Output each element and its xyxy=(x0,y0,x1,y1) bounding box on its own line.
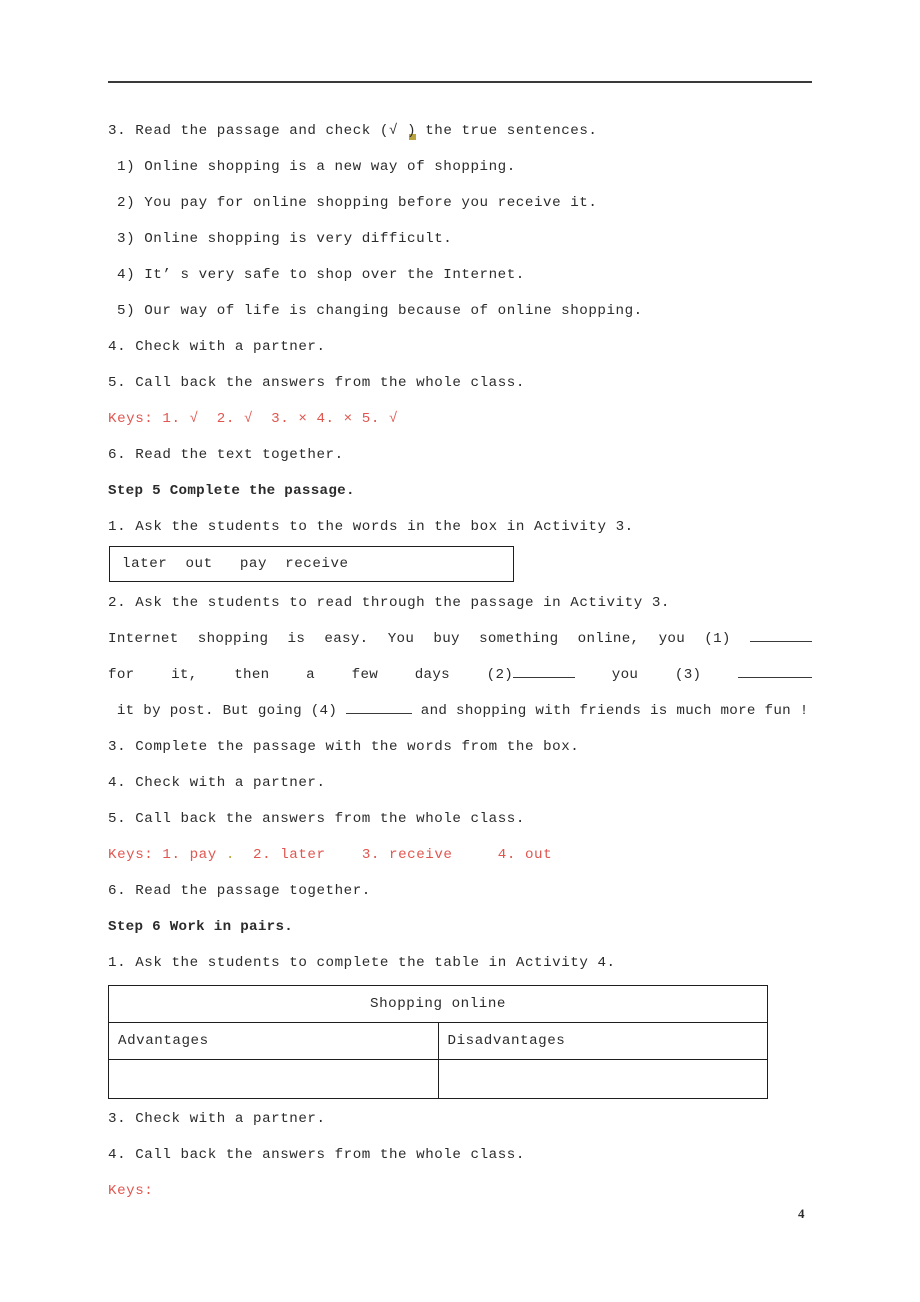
activity3-step-4: 4. Check with a partner. xyxy=(108,339,326,355)
step6-item-3: 3. Check with a partner. xyxy=(108,1111,326,1127)
cloze-blank-3 xyxy=(738,664,812,678)
word-bank-box: later out pay receive xyxy=(109,546,514,582)
step6-keys: Keys: xyxy=(108,1183,154,1199)
cloze-blank-1 xyxy=(750,628,812,642)
step6-item-4: 4. Call back the answers from the whole … xyxy=(108,1147,525,1163)
step5-keys-prefix: Keys: 1. pay xyxy=(108,847,226,863)
cloze-part-c: you (3) xyxy=(575,667,738,683)
step5-item-2: 2. Ask the students to read through the … xyxy=(108,595,670,611)
activity3-sentence-5: 5) Our way of life is changing because o… xyxy=(117,303,643,319)
step5-item-5: 5. Call back the answers from the whole … xyxy=(108,811,525,827)
document-page: 3. Read the passage and check (√ ) the t… xyxy=(0,0,920,1302)
header-divider xyxy=(108,81,812,83)
activity3-sentence-4: 4) It’ s very safe to shop over the Inte… xyxy=(117,267,525,283)
cloze-blank-2 xyxy=(513,664,576,678)
table-row: Advantages Disadvantages xyxy=(108,1022,768,1060)
table-row: Shopping online xyxy=(108,985,768,1023)
step6-item-1: 1. Ask the students to complete the tabl… xyxy=(108,955,616,971)
step5-keys-suffix: 2. later 3. receive 4. out xyxy=(234,847,553,863)
activity3-step-5: 5. Call back the answers from the whole … xyxy=(108,375,525,391)
shopping-online-table: Shopping online Advantages Disadvantages xyxy=(108,985,768,1099)
word-bank-words: later out pay receive xyxy=(122,556,349,572)
step5-item-6: 6. Read the passage together. xyxy=(108,883,371,899)
table-row xyxy=(108,1059,768,1099)
table-cell-disadvantages-empty[interactable] xyxy=(437,1059,768,1099)
page-content: 3. Read the passage and check (√ ) the t… xyxy=(108,113,814,1209)
step5-item-1: 1. Ask the students to the words in the … xyxy=(108,519,634,535)
table-title-cell: Shopping online xyxy=(108,985,768,1023)
cloze-part-e: and shopping with friends is much more f… xyxy=(411,703,809,719)
cloze-part-b: for it, then a few days (2) xyxy=(108,667,514,683)
table-cell-advantages-empty[interactable] xyxy=(108,1059,439,1099)
step5-item-4: 4. Check with a partner. xyxy=(108,775,326,791)
table-header-disadvantages: Disadvantages xyxy=(437,1022,768,1060)
cloze-passage: Internet shopping is easy. You buy somet… xyxy=(108,621,812,729)
step5-heading: Step 5 Complete the passage. xyxy=(108,483,355,499)
activity3-step-6: 6. Read the text together. xyxy=(108,447,344,463)
activity3-sentence-3: 3) Online shopping is very difficult. xyxy=(117,231,453,247)
cloze-blank-4 xyxy=(345,700,412,714)
step5-keys-dot: . xyxy=(225,847,235,863)
page-number: 4 xyxy=(798,1206,805,1221)
step6-heading: Step 6 Work in pairs. xyxy=(108,919,294,935)
step5-item-3: 3. Complete the passage with the words f… xyxy=(108,739,580,755)
cloze-part-d: it by post. But going (4) xyxy=(108,703,346,719)
activity3-instruction: 3. Read the passage and check (√ ) the t… xyxy=(108,123,598,139)
activity3-keys: Keys: 1. √ 2. √ 3. × 4. × 5. √ xyxy=(108,411,399,427)
table-header-advantages: Advantages xyxy=(108,1022,439,1060)
cloze-part-a: Internet shopping is easy. You buy somet… xyxy=(108,631,750,647)
activity3-sentence-1: 1) Online shopping is a new way of shopp… xyxy=(117,159,516,175)
activity3-sentence-2: 2) You pay for online shopping before yo… xyxy=(117,195,598,211)
step5-keys: Keys: 1. pay . 2. later 3. receive 4. ou… xyxy=(108,837,814,873)
